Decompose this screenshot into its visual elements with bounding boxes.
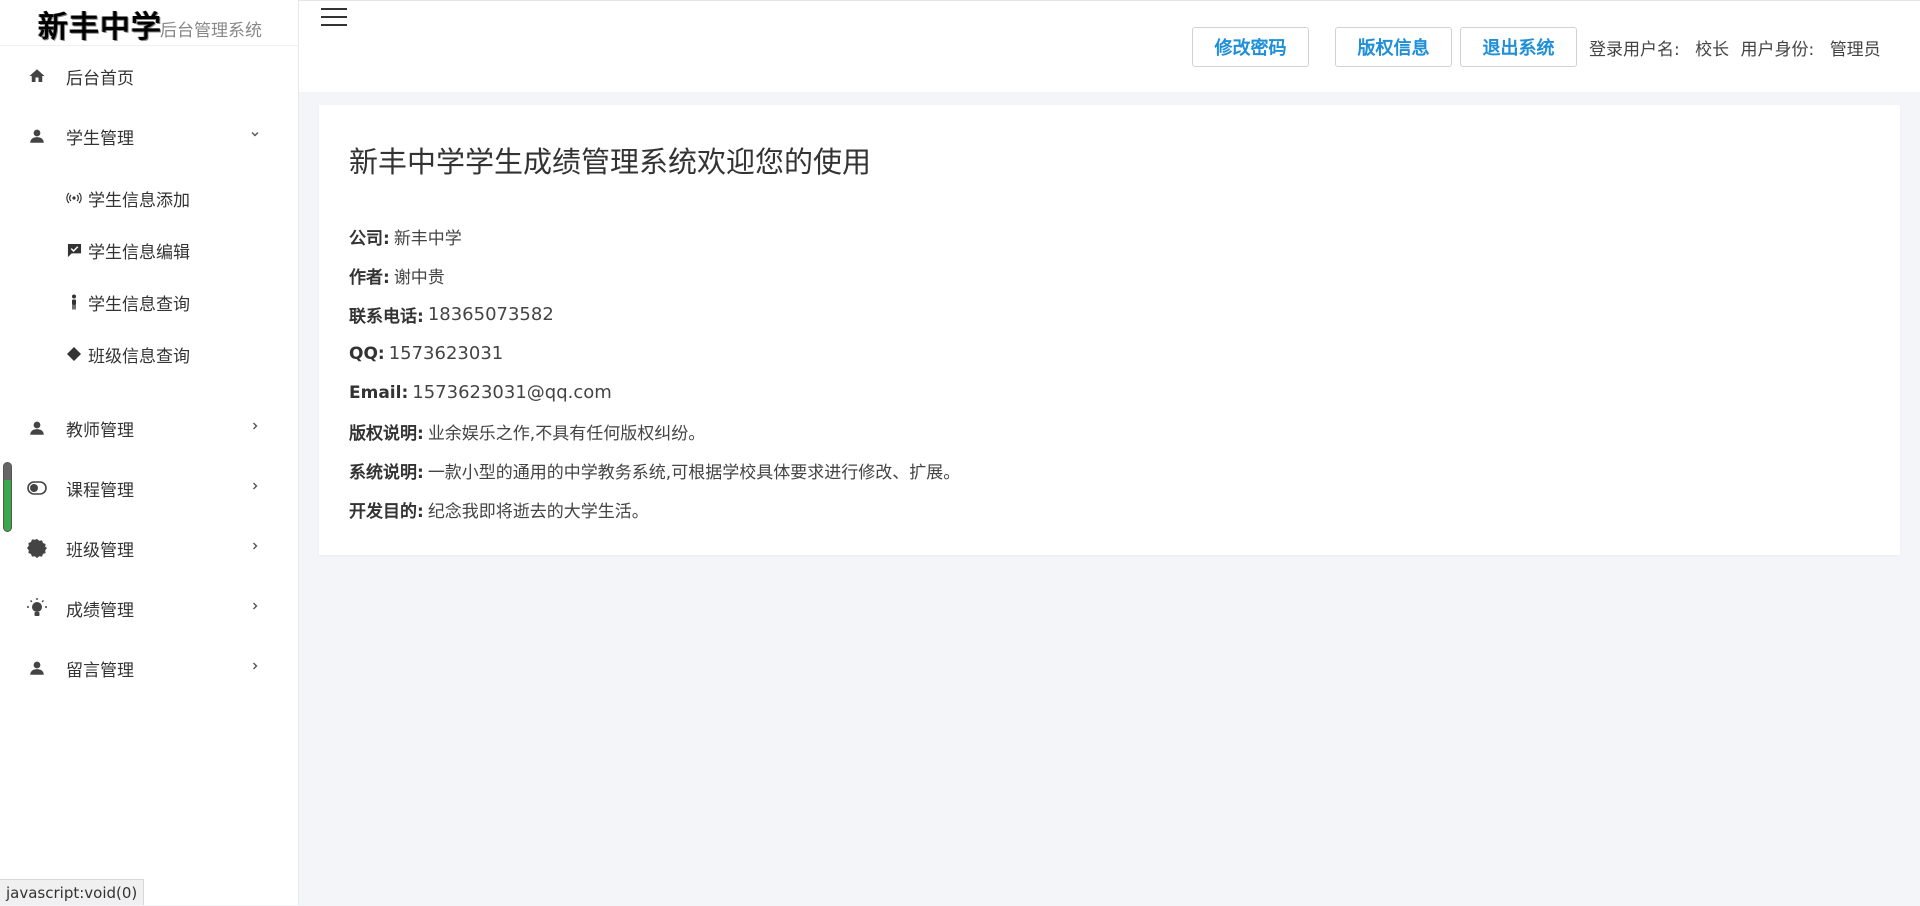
broadcast-icon [66,190,82,206]
sidebar-item-student[interactable]: 学生管理 [0,106,299,166]
info-value: 业余娱乐之作,不具有任何版权纠纷。 [428,419,705,444]
info-row-phone: 联系电话: 18365073582 [349,295,960,334]
user-value: 校长 [1695,40,1729,60]
sidebar-item-label: 课程管理 [66,476,134,501]
sidebar-item-label: 留言管理 [66,656,134,681]
info-value: 谢中贵 [394,263,445,288]
scroll-indicator[interactable] [3,462,12,532]
chevron-right-icon [249,540,261,556]
info-label: 联系电话: [349,302,424,327]
info-value: 新丰中学 [394,224,462,249]
user-icon [26,657,48,679]
submenu-item-student-edit[interactable]: 学生信息编辑 [0,224,299,276]
page-title: 新丰中学学生成绩管理系统欢迎您的使用 [349,139,871,181]
submenu-item-label: 学生信息编辑 [88,238,190,263]
user-icon [26,417,48,439]
info-label: 公司: [349,224,390,249]
chevron-right-icon [249,480,261,496]
header: 修改密码 版权信息 退出系统 登录用户名: 校长 用户身份: 管理员 [299,0,1920,92]
info-row-copyright: 版权说明: 业余娱乐之作,不具有任何版权纠纷。 [349,412,960,451]
copyright-button[interactable]: 版权信息 [1335,27,1452,67]
info-label: 开发目的: [349,497,424,522]
menu-toggle-icon[interactable] [321,8,347,30]
sidebar-item-course[interactable]: 课程管理 [0,458,299,518]
badge-icon [26,537,48,559]
sidebar-item-class[interactable]: 班级管理 [0,518,299,578]
change-password-button[interactable]: 修改密码 [1192,27,1309,67]
logout-button[interactable]: 退出系统 [1460,27,1577,67]
person-icon [66,294,82,310]
logo: 新丰中学 后台管理系统 [0,0,299,46]
home-icon [26,65,48,87]
role-label: 用户身份: [1741,40,1815,60]
info-value: 1573623031@qq.com [412,382,612,403]
info-row-qq: QQ: 1573623031 [349,334,960,373]
info-row-email: Email: 1573623031@qq.com [349,373,960,412]
submenu-item-label: 学生信息查询 [88,290,190,315]
submenu-item-student-query[interactable]: 学生信息查询 [0,276,299,328]
user-label: 登录用户名: [1589,40,1680,60]
info-value: 纪念我即将逝去的大学生活。 [428,497,649,522]
logo-title: 新丰中学 [38,2,162,46]
sidebar-item-label: 班级管理 [66,536,134,561]
info-label: QQ: [349,344,385,364]
submenu-item-label: 学生信息添加 [88,186,190,211]
info-row-company: 公司: 新丰中学 [349,217,960,256]
submenu-item-label: 班级信息查询 [88,342,190,367]
lightbulb-icon [26,597,48,619]
welcome-card: 新丰中学学生成绩管理系统欢迎您的使用 公司: 新丰中学 作者: 谢中贵 联系电话… [319,105,1900,555]
info-value: 18365073582 [428,304,554,325]
chevron-right-icon [249,660,261,676]
chevron-right-icon [249,420,261,436]
role-value: 管理员 [1830,40,1881,60]
info-value: 1573623031 [389,343,504,364]
sidebar-item-teacher[interactable]: 教师管理 [0,398,299,458]
status-bar: javascript:void(0) [0,879,144,905]
sidebar-item-home[interactable]: 后台首页 [0,46,299,106]
sidebar-item-label: 后台首页 [66,64,134,89]
user-info: 登录用户名: 校长 用户身份: 管理员 [1589,35,1881,60]
chevron-right-icon [249,600,261,616]
checked-message-icon [66,242,82,258]
info-row-purpose: 开发目的: 纪念我即将逝去的大学生活。 [349,490,960,529]
toggle-icon [26,477,48,499]
info-label: 版权说明: [349,419,424,444]
user-icon [26,125,48,147]
sidebar-menu: 后台首页 学生管理 学生信息添加 学生信息编辑 [0,46,299,698]
submenu-item-class-query[interactable]: 班级信息查询 [0,328,299,380]
info-row-author: 作者: 谢中贵 [349,256,960,295]
chevron-down-icon [249,128,261,144]
submenu-item-student-add[interactable]: 学生信息添加 [0,172,299,224]
info-value: 一款小型的通用的中学教务系统,可根据学校具体要求进行修改、扩展。 [428,458,960,483]
sidebar-item-label: 教师管理 [66,416,134,441]
info-list: 公司: 新丰中学 作者: 谢中贵 联系电话: 18365073582 QQ: 1… [349,217,960,529]
info-label: 作者: [349,263,390,288]
diamond-icon [66,346,82,362]
student-submenu: 学生信息添加 学生信息编辑 学生信息查询 班级信息查询 [0,166,299,398]
sidebar-item-label: 成绩管理 [66,596,134,621]
logo-subtitle: 后台管理系统 [160,16,262,41]
sidebar-item-message[interactable]: 留言管理 [0,638,299,698]
info-label: 系统说明: [349,458,424,483]
info-row-system: 系统说明: 一款小型的通用的中学教务系统,可根据学校具体要求进行修改、扩展。 [349,451,960,490]
sidebar: 新丰中学 后台管理系统 后台首页 学生管理 学生信息添加 [0,0,299,905]
info-label: Email: [349,383,408,403]
sidebar-item-label: 学生管理 [66,124,134,149]
sidebar-item-score[interactable]: 成绩管理 [0,578,299,638]
